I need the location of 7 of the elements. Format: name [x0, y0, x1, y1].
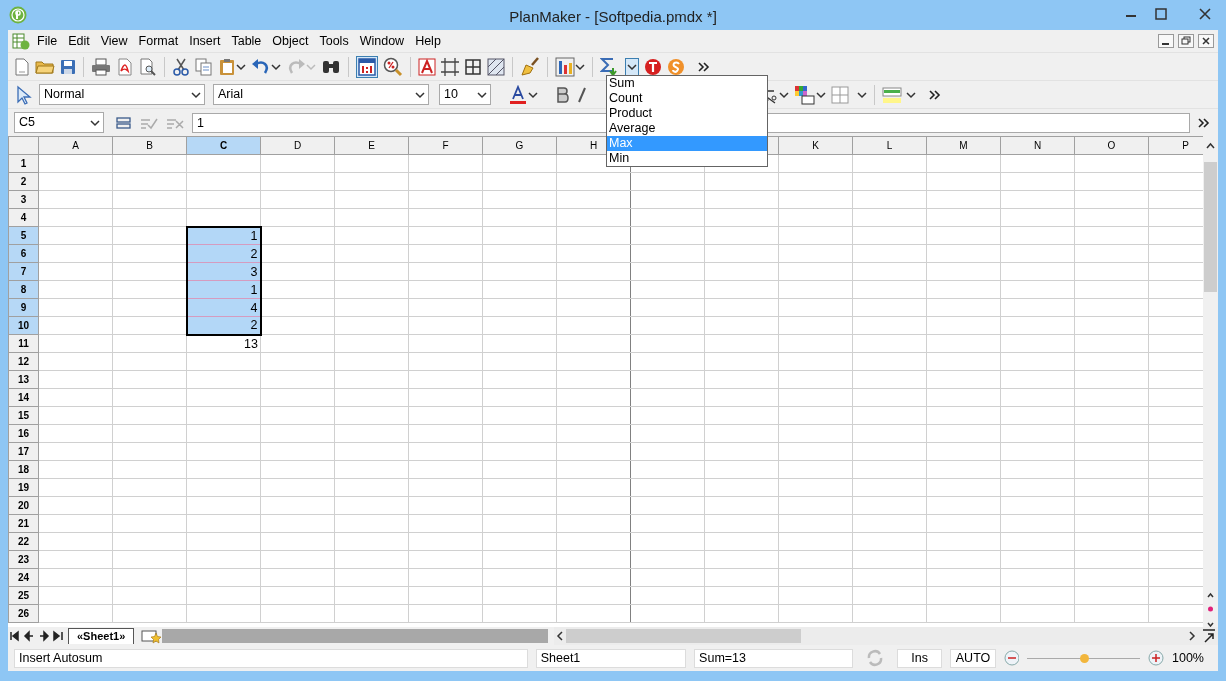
status-message: Insert Autosum	[14, 648, 528, 668]
sheet-name: Sheet1	[535, 648, 687, 668]
window-title: PlanMaker - [Softpedia.pmdx *]	[509, 7, 717, 27]
table-cell: 13	[186, 334, 261, 353]
table-cell: 1	[186, 226, 261, 245]
zoom-percentage: 100%	[1172, 649, 1204, 667]
sum-display: Sum=13	[694, 648, 854, 668]
